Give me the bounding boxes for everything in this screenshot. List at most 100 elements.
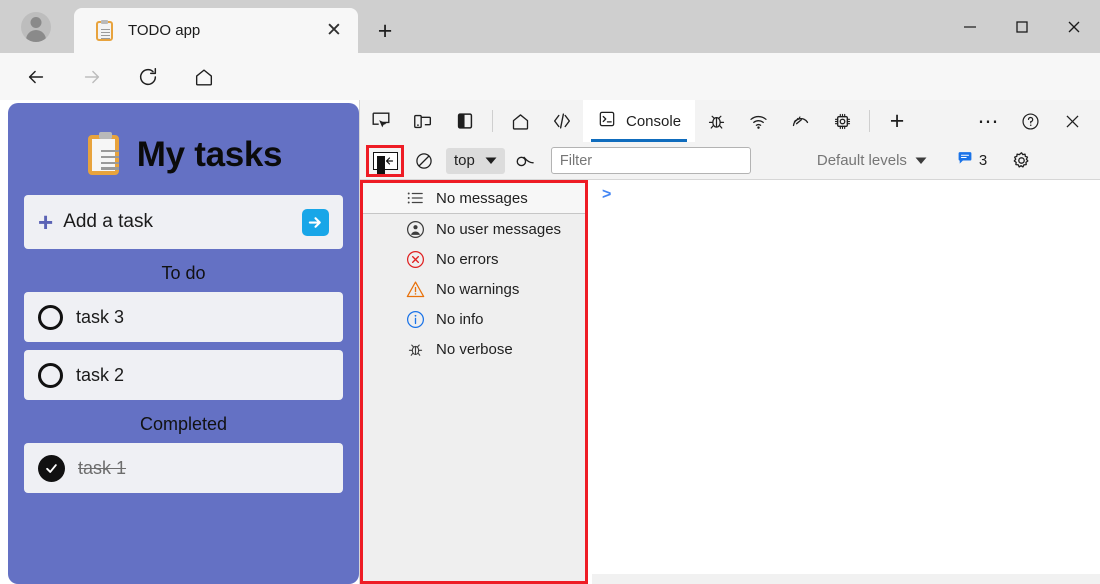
console-sidebar-item-warnings[interactable]: No warnings	[363, 274, 585, 304]
section-heading-completed: Completed	[8, 414, 359, 435]
arrow-right-icon[interactable]	[302, 209, 329, 236]
user-icon	[405, 219, 425, 239]
performance-tab[interactable]	[779, 100, 821, 142]
console-sidebar-toggle-icon	[373, 152, 398, 170]
profile-button[interactable]	[12, 8, 60, 46]
chevron-down-icon	[915, 152, 927, 170]
console-sidebar-item-info[interactable]: No info	[363, 304, 585, 334]
console-sidebar-toggle-button[interactable]	[366, 145, 404, 177]
execution-context-label: top	[454, 152, 475, 169]
console-sidebar: No messages No user messages No errors	[360, 180, 588, 584]
log-levels-dropdown[interactable]: Default levels	[817, 152, 927, 170]
console-sidebar-item-user-messages[interactable]: No user messages	[363, 214, 585, 244]
log-levels-label: Default levels	[817, 152, 907, 169]
forward-arrow-icon	[74, 59, 110, 95]
browser-tab[interactable]: TODO app ✕	[74, 8, 358, 53]
chevron-down-icon	[485, 152, 497, 170]
close-window-button[interactable]	[1048, 0, 1100, 53]
console-prompt-chevron-icon: >	[602, 186, 611, 204]
filter-placeholder: Filter	[560, 153, 592, 169]
devtools-panel: Console + ⋯	[359, 100, 1100, 584]
checkbox-checked-icon[interactable]	[38, 455, 65, 482]
todo-app-card: My tasks + Add a task To do task 3 task …	[8, 103, 359, 584]
message-count-badge[interactable]: 3	[957, 150, 987, 171]
task-item[interactable]: task 2	[24, 350, 343, 400]
plus-icon: +	[890, 107, 905, 136]
execution-context-selector[interactable]: top	[446, 148, 505, 174]
todo-header: My tasks	[8, 103, 359, 177]
console-sidebar-label: No messages	[436, 190, 528, 207]
maximize-button[interactable]	[996, 0, 1048, 53]
checkbox-unchecked-icon[interactable]	[38, 363, 63, 388]
console-sidebar-item-all[interactable]: No messages	[363, 183, 585, 214]
sources-tab[interactable]	[695, 100, 737, 142]
console-tab-label: Console	[626, 113, 681, 130]
message-count-value: 3	[979, 152, 987, 169]
clipboard-icon	[85, 133, 123, 177]
console-sidebar-item-verbose[interactable]: No verbose	[363, 334, 585, 364]
message-bubble-icon	[957, 150, 973, 171]
console-prompt-row[interactable]: >	[592, 180, 1100, 206]
network-tab[interactable]	[737, 100, 779, 142]
console-message-area[interactable]: >	[592, 180, 1100, 584]
page-viewport: My tasks + Add a task To do task 3 task …	[0, 100, 359, 584]
window-controls	[944, 0, 1100, 53]
task-item[interactable]: task 3	[24, 292, 343, 342]
devtools-overflow-button[interactable]: ⋯	[967, 100, 1009, 142]
tab-title: TODO app	[128, 22, 320, 39]
bug-icon	[405, 339, 425, 359]
add-task-input-row[interactable]: + Add a task	[24, 195, 343, 249]
section-heading-todo: To do	[8, 263, 359, 284]
memory-tab[interactable]	[821, 100, 863, 142]
plus-icon: +	[38, 209, 53, 235]
device-emulation-icon[interactable]	[402, 100, 444, 142]
navigation-bar: https://microsoftedge.github.io/Demos/de…	[0, 53, 1100, 100]
new-tab-button[interactable]: +	[368, 14, 402, 48]
account-avatar-icon	[21, 12, 51, 42]
console-sidebar-label: No user messages	[436, 221, 561, 238]
console-filter-input[interactable]: Filter	[551, 147, 751, 174]
task-label: task 3	[76, 307, 124, 328]
console-sidebar-label: No info	[436, 311, 484, 328]
console-sidebar-item-errors[interactable]: No errors	[363, 244, 585, 274]
devtools-tab-bar: Console + ⋯	[360, 100, 1100, 142]
console-tab[interactable]: Console	[583, 100, 695, 142]
devtools-help-button[interactable]	[1009, 100, 1051, 142]
reload-icon[interactable]	[130, 59, 166, 95]
error-circle-icon	[405, 249, 425, 269]
close-icon[interactable]: ✕	[320, 17, 348, 45]
back-arrow-icon[interactable]	[18, 59, 54, 95]
horizontal-scrollbar[interactable]	[592, 574, 1100, 584]
title-bar: TODO app ✕ +	[0, 0, 1100, 53]
home-icon[interactable]	[186, 59, 222, 95]
minimize-button[interactable]	[944, 0, 996, 53]
warning-triangle-icon	[405, 279, 425, 299]
console-sidebar-label: No verbose	[436, 341, 513, 358]
clipboard-icon	[94, 20, 116, 42]
task-item-completed[interactable]: task 1	[24, 443, 343, 493]
console-icon	[597, 109, 617, 134]
console-sidebar-label: No warnings	[436, 281, 519, 298]
add-task-input[interactable]: Add a task	[63, 211, 302, 233]
clear-console-button[interactable]	[408, 145, 440, 177]
live-expression-button[interactable]	[509, 145, 541, 177]
divider	[869, 110, 870, 132]
welcome-tab[interactable]	[499, 100, 541, 142]
task-label: task 1	[78, 458, 126, 479]
devtools-close-button[interactable]	[1051, 100, 1093, 142]
task-label: task 2	[76, 365, 124, 386]
more-dots-icon: ⋯	[978, 109, 999, 134]
dock-side-icon[interactable]	[444, 100, 486, 142]
page-title: My tasks	[137, 135, 282, 175]
more-tools-button[interactable]: +	[876, 100, 918, 142]
elements-tab[interactable]	[541, 100, 583, 142]
browser-window: TODO app ✕ +	[0, 0, 1100, 584]
console-body: No messages No user messages No errors	[360, 180, 1100, 584]
checkbox-unchecked-icon[interactable]	[38, 305, 63, 330]
inspect-element-icon[interactable]	[360, 100, 402, 142]
console-settings-button[interactable]	[1005, 145, 1037, 177]
console-toolbar: top Filter Default levels	[360, 142, 1100, 180]
list-icon	[405, 188, 425, 208]
console-sidebar-label: No errors	[436, 251, 499, 268]
info-circle-icon	[405, 309, 425, 329]
